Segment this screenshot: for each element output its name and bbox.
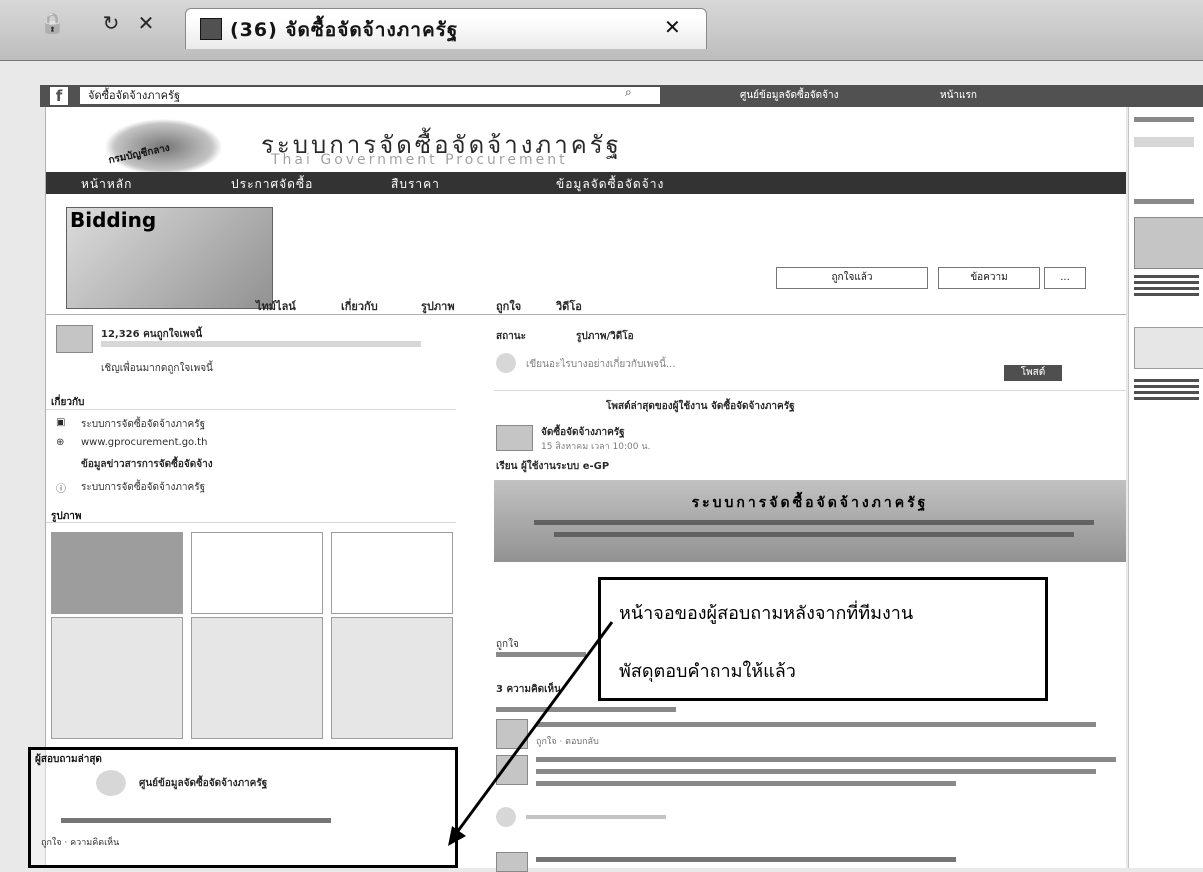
comments-count[interactable]: 3 ความคิดเห็น xyxy=(496,682,561,697)
pinned-notice: โพสต์ล่าสุดของผู้ใช้งาน จัดซื้อจัดจ้างภา… xyxy=(606,401,795,412)
comment-text-line xyxy=(536,722,1096,727)
post-time[interactable]: 15 สิงหาคม เวลา 10:00 น. xyxy=(541,439,650,453)
search-icon[interactable]: ⌕ xyxy=(625,85,632,100)
sidebar-text-line xyxy=(1134,199,1194,204)
composer-tab-status[interactable]: สถานะ xyxy=(496,329,526,344)
more-button[interactable]: ... xyxy=(1044,267,1086,289)
sidebar-text-line xyxy=(1134,137,1194,147)
divider xyxy=(46,314,1126,315)
nav-item-announcements[interactable]: ประกาศจัดซื้อ xyxy=(231,175,313,194)
refresh-icon[interactable]: ↻ xyxy=(100,12,122,34)
tab-videos[interactable]: วิดีโอ xyxy=(556,297,582,315)
tab-likes[interactable]: ถูกใจ xyxy=(496,297,521,315)
sidebar-text-line xyxy=(1134,117,1194,122)
recent-post-actions[interactable]: ถูกใจ · ความคิดเห็น xyxy=(41,835,119,849)
comment-input[interactable] xyxy=(526,815,666,819)
site-nav: หน้าหลัก ประกาศจัดซื้อ สืบราคา ข้อมูลจัด… xyxy=(46,172,1126,194)
liked-button[interactable]: ถูกใจแล้ว xyxy=(776,267,928,289)
post-text-line xyxy=(496,652,586,657)
photo-thumbnail[interactable] xyxy=(191,617,323,739)
search-input[interactable]: จัดซื้อจัดจ้างภาครัฐ xyxy=(80,87,660,104)
banner-text-line xyxy=(534,520,1094,525)
composer-tab-photo[interactable]: รูปภาพ/วิดีโอ xyxy=(576,329,634,344)
website-link[interactable]: www.gprocurement.go.th xyxy=(81,437,207,448)
avatar xyxy=(496,353,516,373)
page-thumbnail xyxy=(56,325,93,353)
commenter-avatar xyxy=(496,755,528,785)
info-icon: ⓘ xyxy=(56,484,66,495)
composer-input[interactable]: เขียนอะไรบางอย่างเกี่ยวกับเพจนี้... xyxy=(526,357,676,372)
callout-text-line: พัสดุตอบคำถามให้แล้ว xyxy=(619,661,796,682)
sidebar-ad-image[interactable] xyxy=(1134,217,1203,269)
tab-title: (36) จัดซื้อจัดจ้างภาครัฐ xyxy=(230,19,459,41)
callout-box-recent-post: ผู้สอบถามล่าสุด ศูนย์ข้อมูลจัดซื้อจัดจ้า… xyxy=(28,747,458,868)
photo-thumbnail[interactable] xyxy=(191,532,323,614)
divider xyxy=(46,409,456,410)
about-item: ระบบการจัดซื้อจัดจ้างภาครัฐ xyxy=(81,419,206,430)
likes-count: 12,326 คนถูกใจเพจนี้ xyxy=(101,329,203,340)
message-button[interactable]: ข้อความ xyxy=(938,267,1040,289)
browser-tab[interactable]: (36) จัดซื้อจัดจ้างภาครัฐ ✕ xyxy=(185,8,707,49)
comment-text-line xyxy=(536,757,1116,762)
cover-title: Bidding xyxy=(70,208,157,232)
tab-timeline[interactable]: ไทม์ไลน์ xyxy=(256,297,296,315)
divider xyxy=(46,522,456,523)
post-author[interactable]: จัดซื้อจัดจ้างภาครัฐ xyxy=(541,425,625,440)
photo-thumbnail[interactable] xyxy=(51,532,183,614)
tab-photos[interactable]: รูปภาพ xyxy=(421,297,455,315)
post-button[interactable]: โพสต์ xyxy=(1004,365,1062,381)
avatar xyxy=(496,807,516,827)
post-banner-image[interactable]: ระบบการจัดซื้อจัดจ้างภาครัฐ xyxy=(494,480,1126,562)
about-item-icon: ▣ xyxy=(56,417,66,428)
facebook-logo-icon[interactable]: f xyxy=(50,87,68,105)
comment-text-line xyxy=(496,707,676,712)
banner-title: ระบบการจัดซื้อจัดจ้างภาครัฐ xyxy=(691,495,929,511)
callout-box-answer-note: หน้าจอของผู้สอบถามหลังจากที่ทีมงาน พัสดุ… xyxy=(598,577,1048,701)
photo-thumbnail[interactable] xyxy=(51,617,183,739)
profile-link[interactable]: ศูนย์ข้อมูลจัดซื้อจัดจ้าง xyxy=(740,88,838,103)
tab-close-icon[interactable]: ✕ xyxy=(664,15,681,39)
divider xyxy=(494,390,1126,391)
banner-text-line xyxy=(554,532,1074,537)
post-text-line xyxy=(536,857,956,862)
comment-text-line xyxy=(536,769,1096,774)
close-icon[interactable]: ✕ xyxy=(135,12,157,34)
comment-text-line xyxy=(536,781,956,786)
nav-item-home[interactable]: หน้าหลัก xyxy=(81,175,132,194)
photo-thumbnail[interactable] xyxy=(331,617,453,739)
about-heading: เกี่ยวกับ xyxy=(51,397,85,408)
site-subtitle: Thai Government Procurement xyxy=(271,152,568,168)
recent-heading: ผู้สอบถามล่าสุด xyxy=(35,754,102,765)
post-heading: เรียน ผู้ใช้งานระบบ e-GP xyxy=(496,461,610,472)
recent-post-title[interactable]: ศูนย์ข้อมูลจัดซื้อจัดจ้างภาครัฐ xyxy=(139,776,267,791)
invite-friends-link[interactable]: เชิญเพื่อนมากดถูกใจเพจนี้ xyxy=(101,361,213,376)
cover-photo[interactable]: Bidding xyxy=(66,207,273,309)
likes-detail xyxy=(101,341,421,347)
tab-about[interactable]: เกี่ยวกับ xyxy=(341,297,378,315)
globe-icon: ⊕ xyxy=(56,437,65,448)
lock-icon: 🔒 xyxy=(40,11,65,35)
sidebar-ad-image[interactable] xyxy=(1134,327,1203,369)
callout-text-line: หน้าจอของผู้สอบถามหลังจากที่ทีมงาน xyxy=(619,603,914,624)
about-item: ระบบการจัดซื้อจัดจ้างภาครัฐ xyxy=(81,482,206,493)
photo-thumbnail[interactable] xyxy=(331,532,453,614)
commenter-avatar xyxy=(496,852,528,872)
like-link[interactable]: ถูกใจ xyxy=(496,637,519,652)
right-sidebar xyxy=(1128,107,1203,868)
post-author-avatar xyxy=(496,425,533,451)
browser-tab-bar: 🔒 ↻ ✕ (36) จัดซื้อจัดจ้างภาครัฐ ✕ xyxy=(0,0,1203,61)
nav-item-data[interactable]: ข้อมูลจัดซื้อจัดจ้าง xyxy=(556,175,664,194)
comment-actions[interactable]: ถูกใจ · ตอบกลับ xyxy=(536,734,599,748)
nav-item-prices[interactable]: สืบราคา xyxy=(391,175,440,194)
commenter-avatar xyxy=(496,719,528,749)
facebook-top-bar: f จัดซื้อจัดจ้างภาครัฐ ⌕ ศูนย์ข้อมูลจัดซ… xyxy=(40,85,1203,107)
facebook-favicon-icon xyxy=(200,18,222,40)
sidebar-ad-text xyxy=(1134,275,1199,297)
about-item: ข้อมูลข่าวสารการจัดซื้อจัดจ้าง xyxy=(81,459,213,470)
home-link[interactable]: หน้าแรก xyxy=(940,88,977,103)
avatar xyxy=(96,770,126,796)
recent-post-text-line xyxy=(61,818,331,823)
sidebar-ad-text xyxy=(1134,379,1199,401)
